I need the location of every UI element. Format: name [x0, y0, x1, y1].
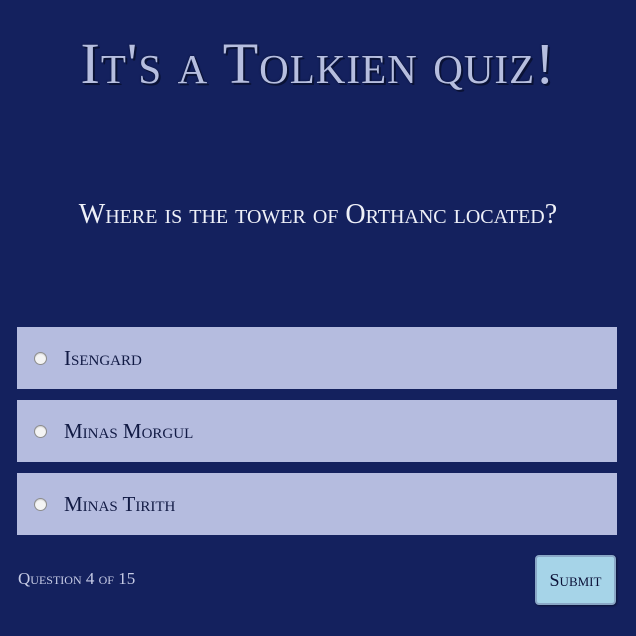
radio-button[interactable]: [34, 497, 47, 511]
answer-label: Isengard: [64, 345, 142, 370]
answer-option-isengard[interactable]: Isengard: [17, 327, 617, 389]
radio-button[interactable]: [34, 351, 47, 365]
answer-label: Minas Tirith: [64, 491, 176, 516]
answer-label: Minas Morgul: [64, 418, 194, 443]
submit-button[interactable]: Submit: [535, 555, 616, 605]
question-text: Where is the tower of Orthanc located?: [78, 199, 558, 230]
radio-button[interactable]: [34, 424, 47, 438]
question-counter: Question 4 of 15: [18, 569, 136, 588]
quiz-title: It's a Tolkien quiz!: [80, 31, 556, 96]
answer-option-minas-tirith[interactable]: Minas Tirith: [17, 473, 617, 535]
answer-list: Isengard Minas Morgul Minas Tirith: [17, 327, 617, 546]
answer-option-minas-morgul[interactable]: Minas Morgul: [17, 400, 617, 462]
